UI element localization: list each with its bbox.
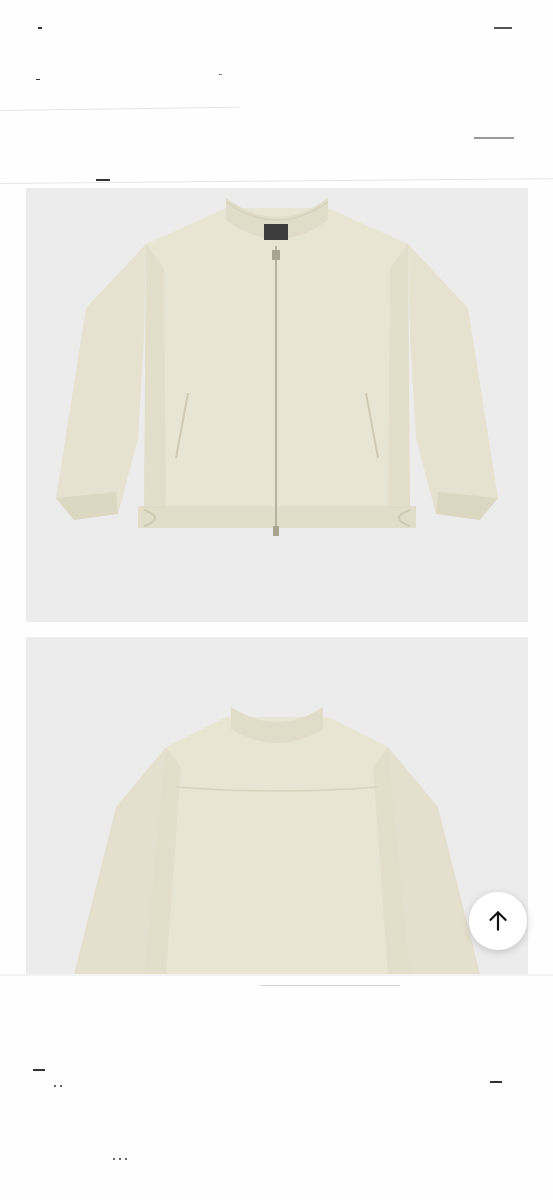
artifact-mark <box>33 1069 45 1071</box>
artifact-mark <box>474 137 514 139</box>
artifact-mark <box>60 1085 62 1087</box>
artifact-mark <box>54 1085 56 1087</box>
divider <box>260 985 400 986</box>
product-image-front[interactable] <box>26 188 528 622</box>
artifact-mark <box>36 79 40 80</box>
artifact-mark <box>38 27 42 29</box>
artifact-mark <box>125 1158 127 1160</box>
jacket-back-illustration <box>26 637 528 974</box>
arrow-up-icon <box>489 911 507 931</box>
jacket-front-illustration <box>26 188 528 622</box>
artifact-mark <box>96 179 110 181</box>
divider <box>0 974 553 976</box>
artifact-mark <box>219 74 222 75</box>
product-detail-page <box>0 0 553 1200</box>
artifact-mark <box>494 27 512 29</box>
artifact-mark <box>113 1158 115 1160</box>
artifact-mark <box>119 1158 121 1160</box>
product-image-back[interactable] <box>26 637 528 974</box>
divider <box>0 178 553 184</box>
scroll-to-top-button[interactable] <box>469 892 527 950</box>
artifact-mark <box>490 1081 502 1083</box>
divider <box>0 106 240 111</box>
